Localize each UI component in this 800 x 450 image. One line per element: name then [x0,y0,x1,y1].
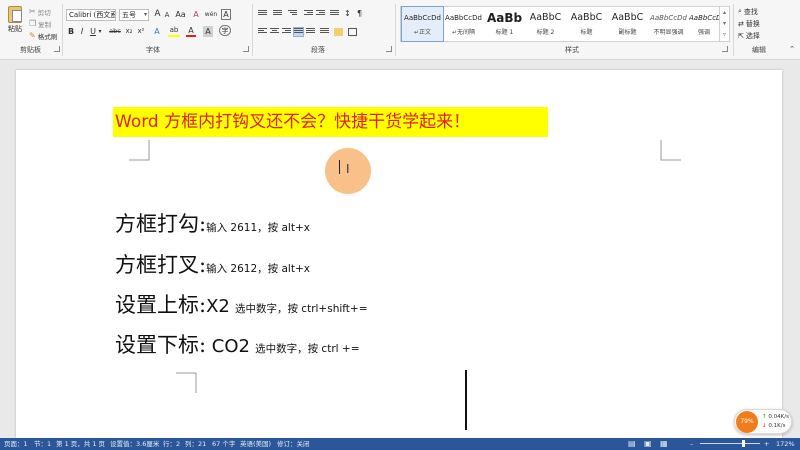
status-column[interactable]: 列：21 [185,438,206,450]
zoom-slider[interactable] [700,440,760,447]
status-page[interactable]: 页面：1 [4,438,28,450]
arrow-down-icon: ↓ [762,423,767,429]
doc-line-checkbox-cross[interactable]: 方框打叉:输入 2612，按 alt+x [115,249,310,279]
line-title: 设置下标: [115,333,207,357]
page-boundary-line [465,370,467,430]
doc-line-superscript[interactable]: 设置上标:X2 选中数字，按 ctrl+shift+= [115,289,368,319]
arrow-up-icon: ↑ [762,414,767,420]
net-download-value: 0.1K/s [768,423,786,429]
line-value: X2 [206,296,230,317]
status-bar: 页面：1 节：1 第 1 页，共 1 页 设置值：3.6厘米 行：2 列：21 … [0,438,800,450]
status-position[interactable]: 设置值：3.6厘米 [110,438,159,450]
line-title: 方框打叉: [115,253,207,277]
status-track-changes[interactable]: 修订：关闭 [277,438,310,450]
line-value: CO2 [206,336,250,357]
document-area: Word 方框内打钩叉还不会？快捷干货学起来！ 方框打勾:输入 2611，按 a… [0,60,800,438]
net-download-row: ↓ 0.1K/s [762,423,785,429]
read-mode-icon[interactable]: ▤ [628,438,636,450]
ibeam-cursor-icon: I [346,162,350,176]
status-word-count[interactable]: 67 个字 [212,438,235,450]
doc-line-checkbox-check[interactable]: 方框打勾:输入 2611，按 alt+x [115,208,310,238]
document-heading[interactable]: Word 方框内打钩叉还不会？快捷干货学起来！ [113,107,548,137]
line-desc: 选中数字，按 ctrl+shift+= [234,303,368,315]
net-upload-row: ↑ 0.04K/s [762,414,789,420]
zoom-in-icon[interactable]: + [764,438,769,450]
doc-line-subscript[interactable]: 设置下标: CO2 选中数字，按 ctrl += [115,329,360,359]
network-speed-widget[interactable]: 79% ↑ 0.04K/s ↓ 0.1K/s [734,409,792,434]
status-section[interactable]: 节：1 [34,438,51,450]
zoom-slider-thumb[interactable] [742,440,746,447]
line-title: 方框打勾: [115,212,207,236]
text-caret [339,160,340,174]
line-desc: 输入 2612，按 alt+x [206,263,310,275]
status-page-of[interactable]: 第 1 页，共 1 页 [56,438,105,450]
net-percent-badge: 79% [736,411,758,433]
word-window: 粘贴 ✂ 剪切 ❐ 复制 ✎ 格式刷 剪贴板 Calibri (西文正 ▾ 五号… [0,0,800,450]
line-desc: 选中数字，按 ctrl += [255,343,360,355]
line-desc: 输入 2611，按 alt+x [206,222,310,234]
net-upload-value: 0.04K/s [768,414,789,420]
status-language[interactable]: 英语(美国) [240,438,271,450]
zoom-level[interactable]: 172% [776,438,795,450]
line-title: 设置上标: [115,293,207,317]
web-layout-icon[interactable]: ▦ [660,438,668,450]
print-layout-icon[interactable]: ▣ [644,438,652,450]
status-row[interactable]: 行：2 [163,438,180,450]
zoom-out-icon[interactable]: – [690,438,693,450]
